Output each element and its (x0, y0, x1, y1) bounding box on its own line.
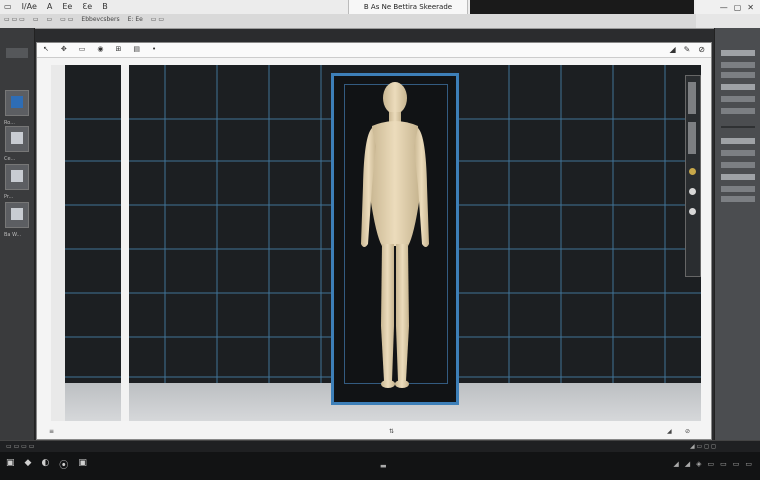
monitor-icon (11, 96, 23, 108)
target-icon[interactable]: ⦿ (59, 458, 68, 471)
panel-icon[interactable]: ▭ (733, 460, 740, 468)
tool-label: Ba W... (4, 232, 22, 238)
menu-item[interactable]: Ɛe (82, 2, 92, 11)
property-row[interactable] (721, 186, 755, 192)
ruler (51, 65, 65, 421)
menu-items: ▭ I/Ae A Ee Ɛe B (4, 2, 108, 11)
panel-header (6, 48, 28, 58)
frame-icon[interactable]: ▣ (78, 458, 87, 471)
figure-icon[interactable] (334, 76, 456, 402)
property-row[interactable] (721, 150, 755, 156)
toolbar-item[interactable]: ▭ ▭ (151, 16, 164, 23)
status-center: ⇅ (389, 428, 395, 435)
indicator-icon[interactable] (689, 188, 696, 195)
status-left: ≡ (49, 428, 55, 435)
status-right[interactable]: ◢ (667, 428, 672, 435)
arrow-icon[interactable]: ↖ (43, 45, 49, 53)
tool-thumbnail[interactable] (5, 90, 29, 116)
property-row[interactable] (721, 138, 755, 144)
divider (721, 126, 755, 128)
grid-icon[interactable]: ⊞ (115, 45, 121, 53)
tool-thumbnail[interactable] (5, 126, 29, 152)
frame-icon[interactable]: ▭ (79, 45, 86, 53)
property-row[interactable] (721, 174, 755, 180)
top-dark-strip (470, 0, 694, 14)
status-right-text: ◢ ▭ ◻ ◻ (690, 443, 716, 450)
toolbar-item[interactable]: ▭ (47, 16, 53, 23)
tools-panel: Ro... Ce... Pr... Ba W... (0, 28, 35, 440)
property-row[interactable] (721, 50, 755, 56)
tool-label: Ce... (4, 156, 16, 162)
canvas-right-icons: ◢ ✎ ⊘ (669, 45, 705, 54)
timeline-center: ▬ (380, 462, 387, 470)
close-icon[interactable]: ✕ (747, 3, 754, 12)
property-row[interactable] (721, 72, 755, 78)
menu-item[interactable]: ▭ (4, 2, 12, 11)
property-row[interactable] (721, 84, 755, 90)
property-row[interactable] (721, 162, 755, 168)
menu-item[interactable]: B (102, 2, 108, 11)
window-title: B As Ne Bettira Skeerade (348, 0, 468, 14)
diamond-icon[interactable]: ◈ (696, 460, 701, 468)
timeline-bar: ▣ ◆ ◐ ⦿ ▣ ▬ ◢ ◢ ◈ ▭ ▭ ▭ ▭ (0, 452, 760, 480)
panel-icon[interactable]: ▭ (720, 460, 727, 468)
toolbar-item[interactable]: ▭ ▭ (60, 16, 73, 23)
dot-icon[interactable]: • (152, 45, 156, 53)
toolbar-item[interactable]: ▭ (33, 16, 39, 23)
slider-knob[interactable] (688, 82, 696, 114)
menu-item[interactable]: I/Ae (22, 2, 37, 11)
status-right[interactable]: ⊘ (685, 428, 690, 435)
3d-viewport[interactable] (51, 65, 701, 421)
toolbar-right-area (696, 14, 760, 28)
property-row[interactable] (721, 96, 755, 102)
document-icon (11, 208, 23, 220)
property-row[interactable] (721, 62, 755, 68)
camera-icon (11, 132, 23, 144)
panel-icon[interactable]: ▭ (745, 460, 752, 468)
window-controls: — ▢ ✕ (696, 0, 760, 14)
toolbar-item[interactable]: ▭ ▭ ▭ (4, 16, 25, 23)
bounding-box[interactable] (331, 73, 459, 405)
guide-bar[interactable] (121, 65, 129, 421)
window-title-text: B As Ne Bettira Skeerade (363, 3, 453, 11)
toolbar-items: ▭ ▭ ▭ ▭ ▭ ▭ ▭ Ebbevcsbers E: Ee ▭ ▭ (4, 16, 164, 23)
corner-icon[interactable]: ◢ (669, 45, 675, 54)
property-row[interactable] (721, 196, 755, 202)
image-icon (11, 170, 23, 182)
timeline-right-icons: ◢ ◢ ◈ ▭ ▭ ▭ ▭ (673, 460, 752, 468)
record-icon[interactable]: ▣ (6, 458, 15, 471)
tool-thumbnail[interactable] (5, 202, 29, 228)
toolbar-item[interactable]: E: Ee (128, 16, 143, 23)
tool-thumbnail[interactable] (5, 164, 29, 190)
canvas-tool-icons: ↖ ✥ ▭ ◉ ⊞ ▤ • (43, 45, 156, 53)
toolbar-item[interactable]: Ebbevcsbers (81, 16, 119, 23)
keyframe-icon[interactable]: ◆ (25, 458, 32, 471)
slider-knob[interactable] (688, 122, 696, 154)
timeline-buttons: ▣ ◆ ◐ ⦿ ▣ (6, 458, 87, 471)
move-icon[interactable]: ✥ (61, 45, 67, 53)
pencil-icon[interactable]: ✎ (684, 45, 691, 54)
indicator-icon[interactable] (689, 168, 696, 175)
target-icon[interactable]: ◉ (97, 45, 103, 53)
tool-label: Pr... (4, 194, 14, 200)
indicator-icon[interactable] (689, 208, 696, 215)
cancel-icon[interactable]: ⊘ (698, 45, 705, 54)
vertical-slider[interactable] (685, 75, 701, 277)
canvas-toolbar: ↖ ✥ ▭ ◉ ⊞ ▤ • ◢ ✎ ⊘ (37, 43, 711, 58)
panel-icon[interactable]: ▭ (708, 460, 715, 468)
corner-icon[interactable]: ◢ (673, 460, 678, 468)
menu-item[interactable]: Ee (62, 2, 72, 11)
menu-item[interactable]: A (47, 2, 52, 11)
half-circle-icon[interactable]: ◐ (41, 458, 49, 471)
canvas-window: ↖ ✥ ▭ ◉ ⊞ ▤ • ◢ ✎ ⊘ ≡ ⇅ ◢ ⊘ (36, 42, 712, 440)
maximize-icon[interactable]: ▢ (734, 3, 742, 12)
properties-panel (714, 28, 760, 440)
status-left-text: ▭ ▭ ▭ ▭ (6, 443, 35, 450)
canvas-status: ≡ ⇅ ◢ ⊘ (37, 427, 711, 439)
minimize-icon[interactable]: — (720, 3, 728, 12)
layers-icon[interactable]: ▤ (133, 45, 140, 53)
main-toolbar: ▭ ▭ ▭ ▭ ▭ ▭ ▭ Ebbevcsbers E: Ee ▭ ▭ (0, 14, 760, 29)
corner-icon[interactable]: ◢ (685, 460, 690, 468)
property-row[interactable] (721, 108, 755, 114)
